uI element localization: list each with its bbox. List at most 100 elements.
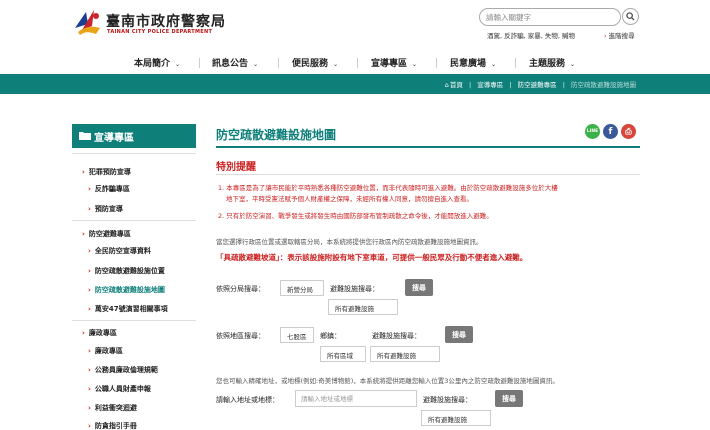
chevron-down-icon: ⌄ — [491, 61, 497, 68]
chevron-down-icon: ⌄ — [570, 61, 576, 68]
breadcrumb-air-defense[interactable]: 防空避難專區 — [518, 81, 557, 89]
sidebar-item-conflict-interest[interactable]: › 利益衝突迴避 — [88, 403, 137, 413]
notice-line-1: 1. 本專區是為了讓市民能於平時熟悉各種防空避難位置，而非代表隨時可進入避難。由… — [218, 184, 558, 192]
line-share-button[interactable]: LINE — [585, 124, 600, 139]
breadcrumb-home[interactable]: 首頁 — [450, 81, 463, 89]
sidebar-group-air-defense[interactable]: › 防空避難專區 — [82, 229, 131, 239]
address-search-button[interactable]: 搜尋 — [495, 390, 523, 407]
breadcrumb-separator: | — [562, 81, 565, 89]
notice-line-1b: 地下室，平時受憲法賦予個人財產權之保障，未經所有權人同意，請勿擅自進入查看。 — [226, 195, 473, 203]
chevron-right-icon: › — [88, 422, 91, 430]
breadcrumb-promotion[interactable]: 宣導專區 — [477, 81, 503, 89]
nav-item-about[interactable]: 本局簡介 ⌄ — [134, 56, 180, 69]
print-icon: ⎙ — [625, 126, 632, 136]
precinct-search-button[interactable]: 搜尋 — [405, 279, 433, 296]
breadcrumb-separator: | — [469, 81, 472, 89]
chevron-right-icon: › — [604, 32, 607, 40]
ramp-warning: 「具疏散避難坡道」：表示該設施附設有地下室車道，可提供一般民眾及行動不便者進入避… — [216, 253, 528, 262]
facebook-share-button[interactable]: f — [603, 124, 618, 139]
chevron-right-icon: › — [88, 404, 91, 412]
chevron-right-icon: › — [88, 305, 91, 313]
breadcrumb: ⌂首頁 | 宣導專區 | 防空避難專區 | 防空疏散避難設施地圖 — [441, 79, 636, 89]
site-logo[interactable]: 臺南市政府警察局 TAINAN CITY POLICE DEPARTMENT — [72, 8, 225, 40]
nav-item-promotion[interactable]: 宣導專區 ⌄ — [371, 56, 417, 69]
chevron-right-icon: › — [88, 366, 91, 374]
main-nav: 本局簡介 ⌄ 訊息公告 ⌄ 便民服務 ⌄ 宣導專區 ⌄ 民意廣場 ⌄ 主題服務 ⌄ — [0, 52, 710, 72]
search-button[interactable] — [622, 8, 639, 25]
intro-text: 當您選擇行政區位置或選取轄區分局，本系統將提供您行政區內防空疏散避難設施地圖資訊… — [216, 238, 483, 246]
nav-divider — [278, 58, 279, 68]
page-title: 防空疏散避難設施地圖 — [216, 128, 337, 142]
nav-divider — [199, 58, 200, 68]
nav-divider — [515, 58, 516, 68]
chevron-right-icon: › — [88, 185, 91, 193]
police-emblem-icon — [75, 10, 100, 35]
chevron-right-icon: › — [88, 267, 91, 275]
hot-keywords[interactable]: 酒駕, 反詐騙, 家暴, 失物, 贓物 — [487, 30, 575, 40]
chevron-down-icon: ⌄ — [333, 61, 339, 68]
precinct-select[interactable]: 新營分局 — [280, 280, 324, 296]
precinct-search-label: 依照分局搜尋： — [216, 285, 265, 293]
address-intro-text: 您也可輸入精確地址，或地標(例如:奇美博物館)，本系統將提供距離您輸入位置3公里… — [216, 377, 559, 385]
facility-type-select-3[interactable]: 所有避難設施 — [421, 410, 491, 426]
notice-title: 特別提醒 — [216, 162, 256, 173]
chevron-right-icon: › — [88, 286, 91, 294]
chevron-right-icon: › — [88, 385, 91, 393]
address-input[interactable] — [295, 390, 417, 407]
district-select[interactable]: 七股區 — [280, 327, 314, 343]
sidebar-group-crime-prevention[interactable]: › 犯罪預防宣導 — [82, 167, 131, 177]
nav-item-public-opinion[interactable]: 民意廣場 ⌄ — [450, 56, 496, 69]
notice-divider — [216, 174, 640, 175]
line-icon: LINE — [586, 129, 599, 134]
advanced-search-link[interactable]: › 進階搜尋 — [604, 30, 635, 40]
print-button[interactable]: ⎙ — [621, 124, 636, 139]
sidebar-divider — [72, 153, 196, 154]
sidebar-item-anti-fraud[interactable]: › 反詐騙專區 — [88, 184, 130, 194]
chevron-right-icon: › — [88, 347, 91, 355]
breadcrumb-current: 防空疏散避難設施地圖 — [571, 81, 636, 89]
chevron-right-icon: › — [82, 230, 85, 238]
district-search-button[interactable]: 搜尋 — [445, 326, 473, 343]
breadcrumb-bar: ⌂首頁 | 宣導專區 | 防空避難專區 | 防空疏散避難設施地圖 — [0, 74, 710, 94]
notice-line-2: 2. 只有於防空演習、戰爭發生或將發生時由國防部發布管制疏散之命令後，才能開放進… — [218, 212, 493, 220]
folder-icon — [79, 132, 91, 140]
nav-item-topics[interactable]: 主題服務 ⌄ — [529, 56, 575, 69]
sidebar-item-wan-an-drill[interactable]: › 萬安47號演習相關事項 — [88, 304, 168, 314]
sidebar-item-anti-corruption-guide[interactable]: › 防貪指引手冊 — [88, 421, 137, 430]
sidebar-item-civil-defense[interactable]: › 全民防空宣導資料 — [88, 246, 151, 256]
search-input[interactable] — [479, 8, 621, 26]
facility-type-label-2: 避難設施搜尋： — [372, 332, 421, 340]
facility-type-label-3: 避難設施搜尋： — [423, 396, 472, 404]
town-label: 鄉鎮： — [320, 332, 341, 340]
logo-english-name: TAINAN CITY POLICE DEPARTMENT — [107, 29, 213, 35]
sidebar-divider — [72, 320, 196, 321]
address-search-label: 請輸入地址或地標： — [216, 396, 279, 404]
title-underline — [216, 146, 640, 148]
chevron-right-icon: › — [88, 205, 91, 213]
chevron-right-icon: › — [82, 329, 85, 337]
logo-chinese-name: 臺南市政府警察局 — [106, 14, 226, 30]
nav-divider — [357, 58, 358, 68]
chevron-right-icon: › — [82, 168, 85, 176]
chevron-right-icon: › — [88, 247, 91, 255]
facility-type-label: 避難設施搜尋： — [330, 285, 379, 293]
sidebar-item-asset-declaration[interactable]: › 公職人員財產申報 — [88, 384, 151, 394]
sidebar-item-ethics[interactable]: › 公務員廉政倫理規範 — [88, 365, 158, 375]
district-search-label: 依照地區搜尋： — [216, 332, 265, 340]
sidebar-item-shelter-map[interactable]: › 防空疏散避難設施地圖 — [88, 285, 165, 295]
chevron-down-icon: ⌄ — [175, 61, 181, 68]
nav-divider — [436, 58, 437, 68]
sidebar-item-prevention[interactable]: › 預防宣導 — [88, 204, 123, 214]
sidebar-group-integrity[interactable]: › 廉政專區 — [82, 328, 117, 338]
chevron-down-icon: ⌄ — [412, 61, 418, 68]
facility-type-select-2[interactable]: 所有避難設施 — [370, 346, 440, 362]
home-icon: ⌂ — [444, 81, 449, 89]
facebook-icon: f — [608, 126, 613, 137]
nav-item-news[interactable]: 訊息公告 ⌄ — [212, 56, 258, 69]
sidebar-item-shelter-location[interactable]: › 防空疏散避難設施位置 — [88, 266, 165, 276]
town-select[interactable]: 所有區域 — [320, 346, 366, 362]
facility-type-select[interactable]: 所有避難設施 — [328, 299, 398, 315]
sidebar-divider — [72, 220, 196, 221]
sidebar-item-integrity[interactable]: › 廉政專區 — [88, 346, 123, 356]
nav-item-services[interactable]: 便民服務 ⌄ — [292, 56, 338, 69]
